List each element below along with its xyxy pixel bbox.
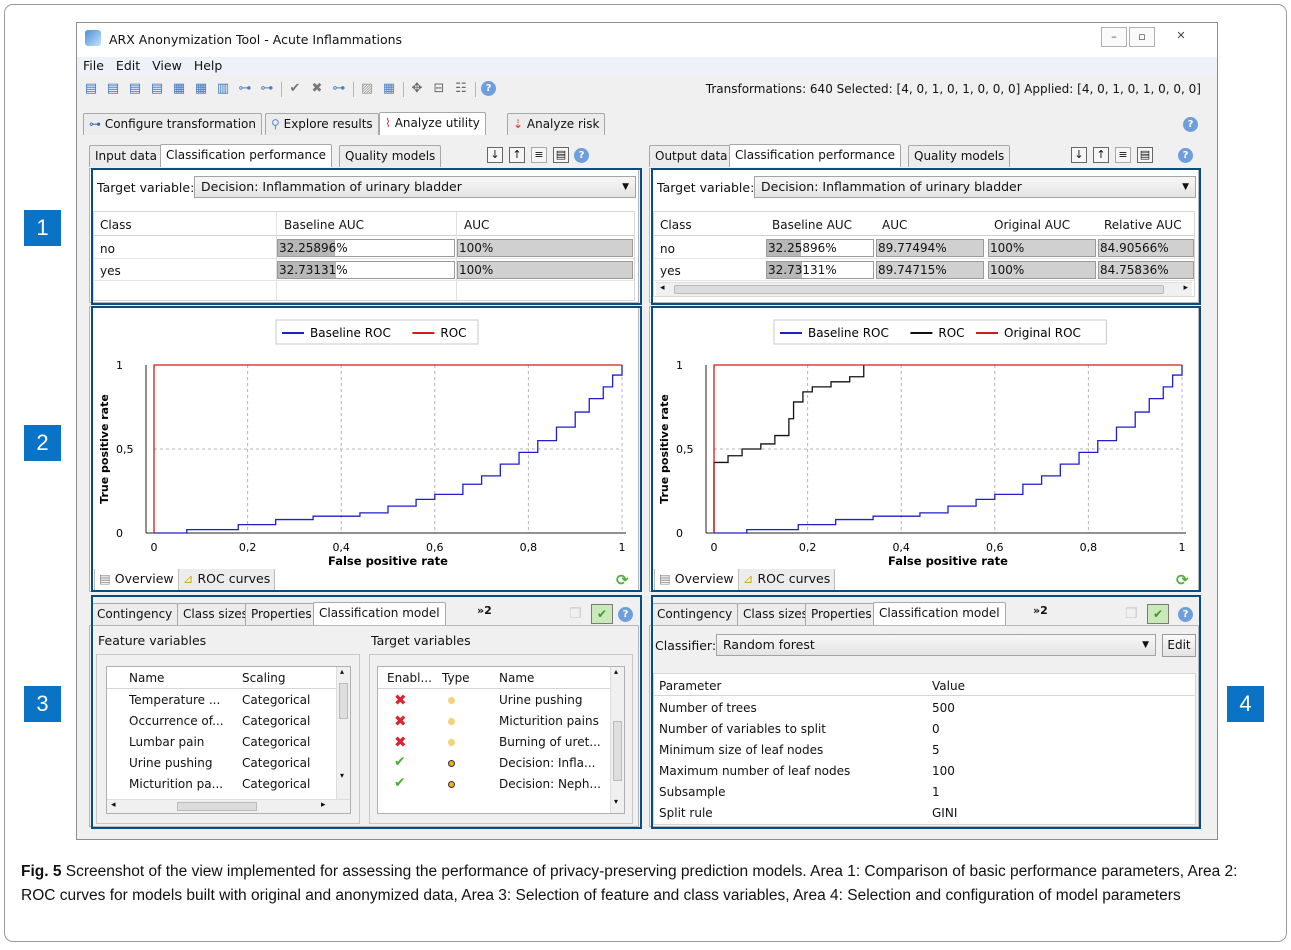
area-4-highlight xyxy=(651,595,1201,829)
help-icon[interactable]: ? xyxy=(1178,148,1193,163)
maximize-button[interactable]: ▫ xyxy=(1129,27,1155,47)
tab-analyze-risk[interactable]: ⇣ Analyze risk xyxy=(507,113,606,135)
menu-bar: File Edit View Help xyxy=(77,57,1217,75)
area-3-highlight xyxy=(91,595,642,829)
menu-edit[interactable]: Edit xyxy=(110,57,146,75)
report-icon[interactable]: ▨ xyxy=(359,81,375,97)
export-hierarchy-icon[interactable]: ⊶ xyxy=(259,81,275,97)
help-icon[interactable]: ? xyxy=(574,148,589,163)
toolbar-separator xyxy=(403,82,404,97)
magnifier-icon: ⚲ xyxy=(271,117,280,131)
close-button[interactable]: ✕ xyxy=(1157,27,1205,47)
save-as-icon[interactable]: ▤ xyxy=(149,81,165,97)
area-1-label: 1 xyxy=(24,210,61,246)
settings-icon[interactable]: ✥ xyxy=(409,81,425,97)
sort-down-icon[interactable]: ↓ xyxy=(1071,147,1087,163)
area-3-label: 3 xyxy=(24,686,61,722)
sort-up-icon[interactable]: ↑ xyxy=(1093,147,1109,163)
toolbar-separator xyxy=(475,82,476,97)
area-1-left-highlight xyxy=(91,168,642,305)
hierarchy-icon: ⊶ xyxy=(89,117,101,131)
tab-output-data[interactable]: Output data xyxy=(649,145,734,167)
export-data-icon[interactable]: ▦ xyxy=(193,81,209,97)
transformation-status: Transformations: 640 Selected: [4, 0, 1,… xyxy=(705,82,1201,96)
area-2-left-highlight xyxy=(91,306,642,592)
tab-quality-models[interactable]: Quality models xyxy=(908,145,1011,167)
open-project-icon[interactable]: ▤ xyxy=(105,81,121,97)
apply-transformation-icon[interactable]: ⊶ xyxy=(331,81,347,97)
tab-configure-transformation[interactable]: ⊶ Configure transformation xyxy=(83,113,262,135)
risk-arrow-icon: ⇣ xyxy=(513,117,524,131)
create-hierarchy-icon[interactable]: ⊶ xyxy=(237,81,253,97)
sort-up-icon[interactable]: ↑ xyxy=(509,147,525,163)
save-project-icon[interactable]: ▤ xyxy=(127,81,143,97)
list-view-icon[interactable]: ≡ xyxy=(531,147,547,163)
help-icon[interactable]: ? xyxy=(481,81,496,96)
toolbar-separator xyxy=(353,82,354,97)
tab-analyze-utility[interactable]: ⌇ Analyze utility xyxy=(379,112,486,135)
toolbar-separator xyxy=(281,82,282,97)
anonymize-icon[interactable]: ✔ xyxy=(287,81,303,97)
caption-label: Fig. 5 xyxy=(21,863,62,880)
menu-help[interactable]: Help xyxy=(188,57,229,75)
import-data-icon[interactable]: ▦ xyxy=(171,81,187,97)
tab-classification-performance[interactable]: Classification performance xyxy=(160,144,333,167)
area-1-right-highlight xyxy=(651,168,1201,305)
table-toggle-icon[interactable]: ▤ xyxy=(553,147,569,163)
help-icon[interactable]: ? xyxy=(1183,117,1198,132)
table-view-icon[interactable]: ▦ xyxy=(381,81,397,97)
table-toggle-icon[interactable]: ▤ xyxy=(1137,147,1153,163)
tab-explore-results[interactable]: ⚲ Explore results xyxy=(265,113,379,135)
toolbar: ▤ ▤ ▤ ▤ ▦ ▦ ▥ ⊶ ⊶ ✔ ✖ ⊶ ▨ ▦ ✥ ⊟ ☷ ? Tran… xyxy=(77,76,1217,102)
area-2-right-highlight xyxy=(651,306,1201,592)
chart-line-icon: ⌇ xyxy=(385,116,391,130)
layout-icon[interactable]: ⊟ xyxy=(431,81,447,97)
sort-down-icon[interactable]: ↓ xyxy=(487,147,503,163)
reset-icon[interactable]: ✖ xyxy=(309,81,325,97)
minimize-button[interactable]: – xyxy=(1101,27,1127,47)
list-icon[interactable]: ☷ xyxy=(453,81,469,97)
tab-quality-models[interactable]: Quality models xyxy=(339,145,442,167)
caption-text: Screenshot of the view implemented for a… xyxy=(21,863,1238,904)
tab-input-data[interactable]: Input data xyxy=(89,145,163,167)
list-view-icon[interactable]: ≡ xyxy=(1115,147,1131,163)
area-4-label: 4 xyxy=(1227,686,1264,722)
app-logo-icon xyxy=(85,30,101,46)
import-hierarchy-icon[interactable]: ▥ xyxy=(215,81,231,97)
title-bar: ARX Anonymization Tool - Acute Inflammat… xyxy=(77,23,1217,57)
menu-view[interactable]: View xyxy=(146,57,188,75)
new-project-icon[interactable]: ▤ xyxy=(83,81,99,97)
window-title: ARX Anonymization Tool - Acute Inflammat… xyxy=(109,32,403,47)
app-window: ARX Anonymization Tool - Acute Inflammat… xyxy=(76,22,1218,840)
area-2-label: 2 xyxy=(24,425,61,461)
menu-file[interactable]: File xyxy=(77,57,110,75)
figure-caption: Fig. 5 Screenshot of the view implemente… xyxy=(21,860,1271,908)
tab-classification-performance[interactable]: Classification performance xyxy=(729,144,902,167)
